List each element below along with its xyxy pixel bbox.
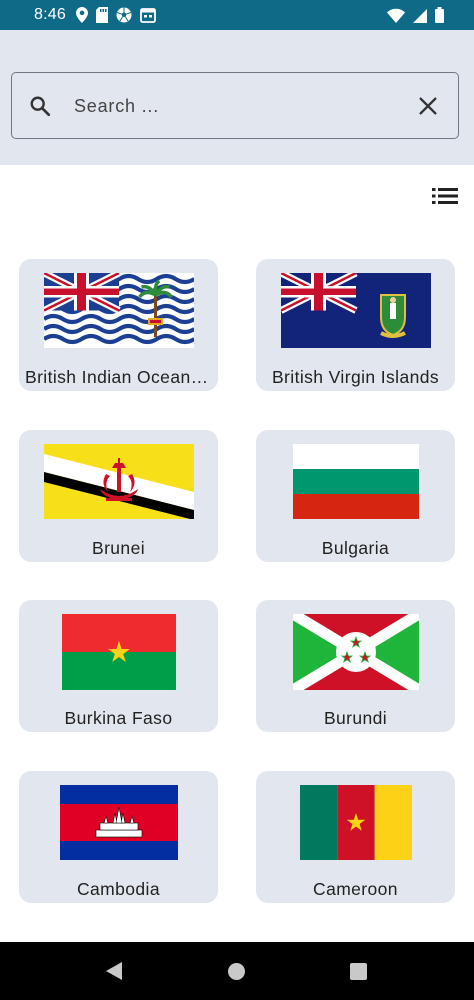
wifi-icon	[387, 8, 405, 23]
country-card[interactable]: British Indian Ocean Territory	[19, 259, 218, 391]
cellular-signal-icon	[413, 8, 427, 23]
country-name: British Indian Ocean Territory	[25, 367, 212, 387]
close-icon[interactable]	[417, 95, 439, 117]
battery-icon	[435, 7, 444, 23]
bulgaria-flag	[292, 444, 419, 519]
british-virgin-islands-flag	[280, 273, 431, 348]
burundi-flag	[292, 614, 419, 690]
search-icon	[30, 96, 51, 117]
country-card[interactable]: Brunei	[19, 430, 218, 562]
country-name: Cameroon	[313, 879, 398, 899]
sd-card-icon	[96, 7, 108, 23]
search-box[interactable]	[11, 72, 459, 139]
country-card[interactable]: Cambodia	[19, 771, 218, 903]
list-view-icon[interactable]	[432, 186, 458, 206]
country-name: Brunei	[92, 538, 145, 558]
status-time: 8:46	[34, 6, 66, 23]
country-name: British Virgin Islands	[271, 367, 440, 387]
british-indian-ocean-territory-flag	[43, 273, 194, 348]
calendar-icon	[140, 8, 156, 23]
system-navigation-bar	[0, 942, 474, 1000]
location-icon	[76, 7, 88, 23]
country-card[interactable]: Burkina Faso	[19, 600, 218, 732]
search-bar-container	[0, 30, 474, 165]
country-card[interactable]: Burundi	[256, 600, 455, 732]
country-name: Cambodia	[77, 879, 160, 899]
cambodia-flag	[59, 785, 178, 860]
country-name: Bulgaria	[321, 538, 390, 558]
home-icon[interactable]	[228, 963, 245, 980]
cameroon-flag	[299, 785, 412, 860]
brunei-flag	[43, 444, 194, 519]
country-name: Burundi	[323, 708, 388, 728]
country-card[interactable]: Cameroon	[256, 771, 455, 903]
country-card[interactable]: British Virgin Islands	[256, 259, 455, 391]
recent-apps-icon[interactable]	[350, 963, 367, 980]
country-name: Burkina Faso	[64, 708, 173, 728]
back-icon[interactable]	[106, 962, 122, 980]
country-card[interactable]: Bulgaria	[256, 430, 455, 562]
status-bar: 8:46	[0, 0, 474, 30]
search-input[interactable]	[74, 91, 394, 121]
soccer-ball-icon	[116, 7, 132, 23]
burkina-faso-flag	[61, 614, 176, 690]
